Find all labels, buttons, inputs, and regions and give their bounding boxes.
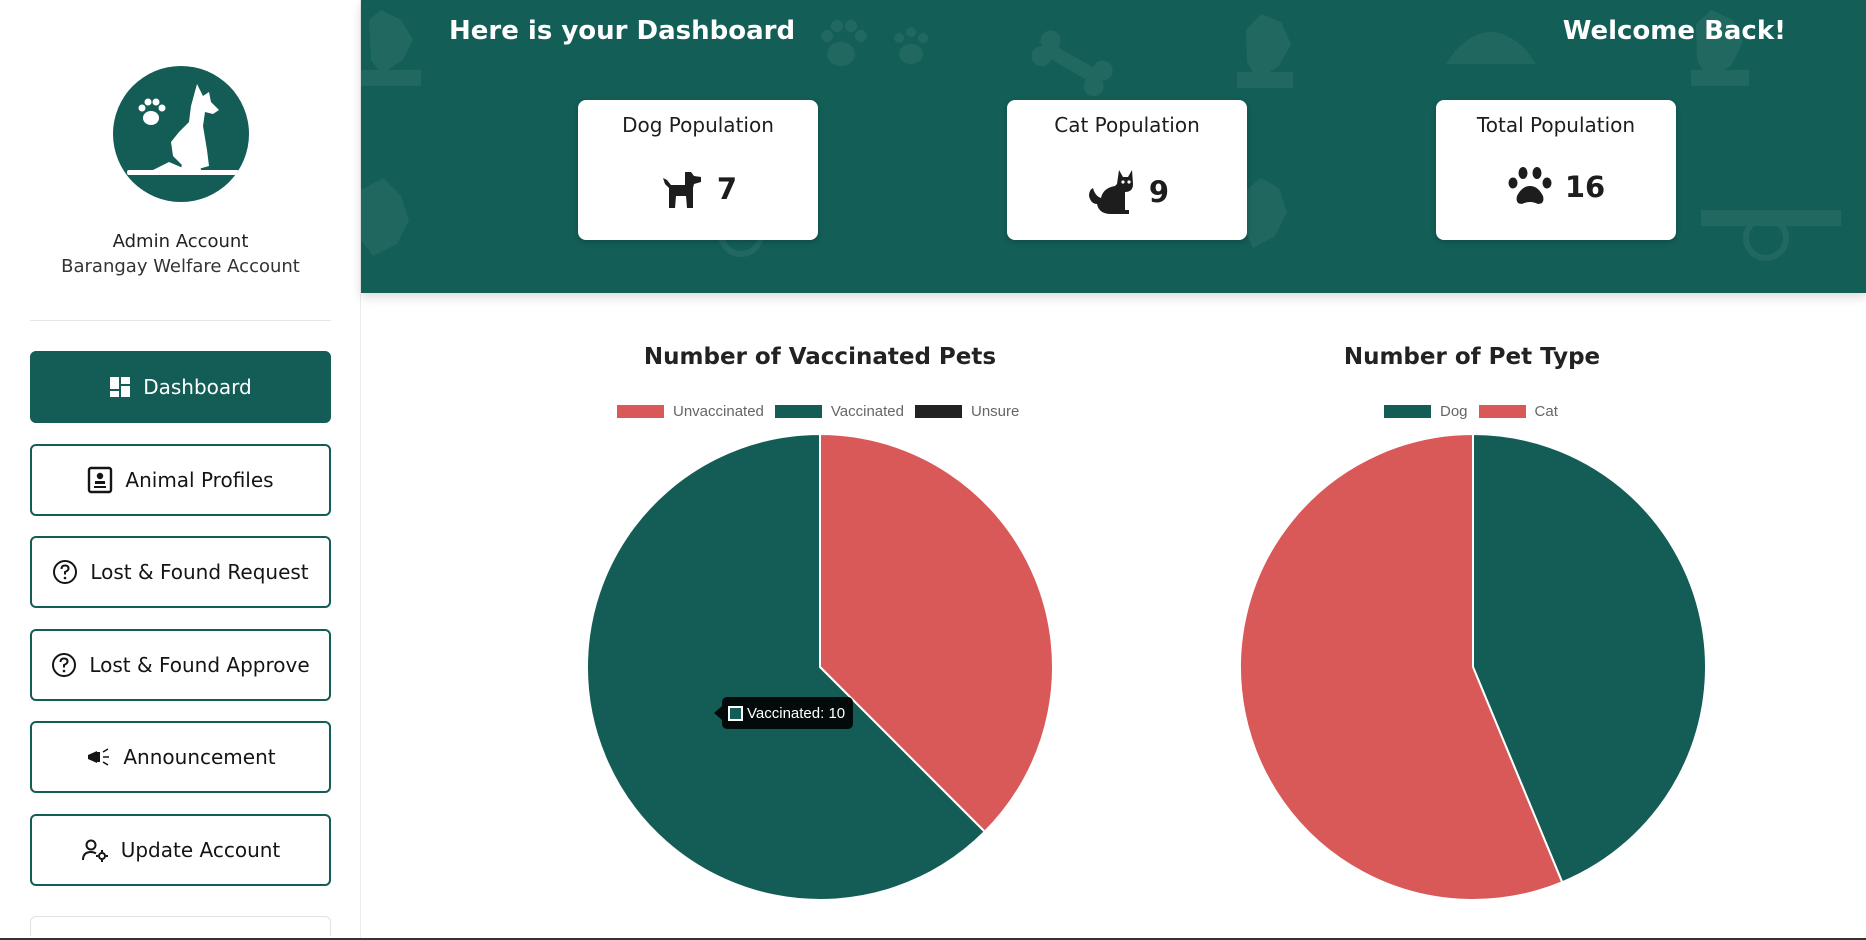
sidebar-item-label: Animal Profiles — [125, 468, 274, 492]
legend-label: Unsure — [971, 403, 1020, 420]
legend-swatch — [617, 405, 664, 418]
legend-item-unvaccinated[interactable]: Unvaccinated — [617, 403, 764, 420]
account-name: Admin Account — [112, 231, 249, 252]
pet-type-chart-legend: Dog Cat — [1384, 403, 1560, 420]
legend-swatch — [1478, 405, 1526, 418]
sidebar-item-label: Dashboard — [143, 375, 252, 399]
sidebar-item-label: Announcement — [123, 745, 276, 769]
legend-item-vaccinated[interactable]: Vaccinated — [774, 403, 904, 420]
legend-swatch — [774, 405, 822, 418]
welcome-message: Welcome Back! — [1562, 16, 1786, 46]
sidebar-item-animal-profiles[interactable]: Animal Profiles — [30, 444, 331, 516]
stat-label: Total Population — [1476, 113, 1636, 137]
dog-cat-logo-icon — [127, 84, 239, 175]
page-title: Here is your Dashboard — [449, 16, 796, 46]
pet-type-pie-chart — [1239, 432, 1707, 901]
cat-population-card: Cat Population 9 — [1007, 100, 1247, 240]
vaccinated-chart-legend: Unvaccinated Vaccinated Unsure — [617, 403, 1021, 420]
dashboard-icon — [110, 377, 131, 397]
sidebar-item-dashboard[interactable]: Dashboard — [30, 351, 331, 423]
legend-item-cat[interactable]: Cat — [1478, 403, 1558, 420]
paw-icon — [1508, 167, 1552, 204]
sidebar-item-announcement[interactable]: Announcement — [30, 721, 331, 793]
stat-value: 7 — [716, 172, 738, 206]
stat-label: Cat Population — [1054, 113, 1200, 137]
profile-card-icon — [88, 466, 113, 494]
legend-swatch — [1384, 405, 1431, 418]
vaccinated-pie-chart — [586, 432, 1054, 901]
stat-label: Dog Population — [622, 113, 774, 137]
total-population-card: Total Population 16 — [1436, 100, 1676, 240]
legend-item-unsure[interactable]: Unsure — [915, 403, 1019, 420]
legend-swatch — [915, 405, 962, 418]
chart-tooltip: Vaccinated: 10 — [713, 697, 854, 729]
legend-label: Dog — [1440, 403, 1468, 420]
legend-label: Unvaccinated — [673, 403, 764, 420]
question-circle-icon — [53, 560, 78, 584]
sidebar-next-item-peek — [30, 916, 331, 936]
pet-type-chart-title: Number of Pet Type — [1343, 344, 1601, 370]
legend-label: Vaccinated — [830, 403, 904, 420]
tooltip-text: Vaccinated: 10 — [747, 704, 846, 722]
dog-population-card: Dog Population 7 — [578, 100, 818, 240]
stat-value: 16 — [1564, 170, 1606, 204]
dog-icon — [662, 172, 701, 208]
sidebar-item-update-account[interactable]: Update Account — [30, 814, 331, 886]
sidebar-item-label: Update Account — [120, 838, 281, 862]
legend-label: Cat — [1534, 403, 1558, 420]
sidebar-divider — [30, 320, 331, 321]
sidebar-item-lost-found-request[interactable]: Lost & Found Request — [30, 536, 331, 608]
logo — [113, 66, 249, 202]
vaccinated-chart-title: Number of Vaccinated Pets — [643, 344, 997, 370]
user-gear-icon — [81, 839, 108, 862]
tooltip-swatch — [728, 705, 743, 721]
account-subtitle: Barangay Welfare Account — [61, 256, 300, 277]
megaphone-icon — [88, 748, 110, 766]
legend-item-dog[interactable]: Dog — [1384, 403, 1468, 420]
sidebar-item-label: Lost & Found Approve — [89, 653, 310, 677]
sidebar-item-lost-found-approve[interactable]: Lost & Found Approve — [30, 629, 331, 701]
stat-value: 9 — [1148, 175, 1170, 209]
dashboard-header: Here is your Dashboard Welcome Back! Dog… — [361, 0, 1866, 293]
sidebar-item-label: Lost & Found Request — [90, 560, 309, 584]
question-circle-icon — [52, 653, 77, 677]
cat-icon — [1088, 170, 1133, 214]
sidebar: Admin Account Barangay Welfare Account D… — [0, 0, 361, 940]
